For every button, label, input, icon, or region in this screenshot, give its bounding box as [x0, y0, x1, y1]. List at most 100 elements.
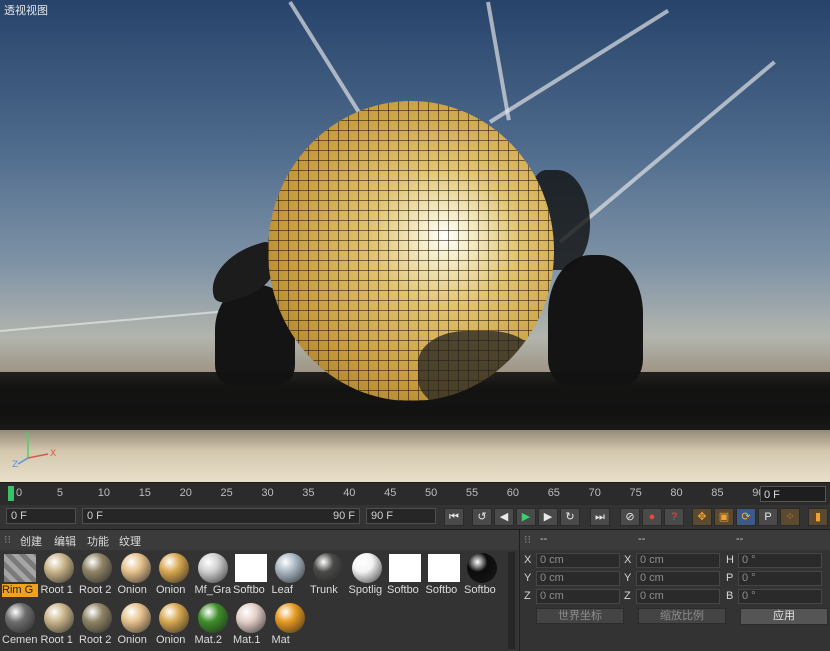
current-frame-field[interactable]: 0 F [760, 486, 826, 502]
menu-edit[interactable]: 编辑 [54, 533, 76, 549]
timeline-tick: 40 [343, 487, 356, 499]
material-swatch[interactable]: Root 2 [79, 602, 115, 648]
material-swatch[interactable]: Mat [272, 602, 308, 648]
ground-floor [0, 430, 830, 482]
material-label: Mat.1 [233, 634, 261, 646]
rotate-key-button[interactable]: ⟳ [736, 508, 756, 526]
coord-value-field[interactable]: 0 cm [636, 571, 720, 586]
material-preview [43, 603, 74, 633]
coord-value-field[interactable]: 0 cm [636, 553, 720, 568]
material-preview [82, 553, 112, 583]
material-preview [197, 553, 228, 583]
material-manager: ⁝⁝ 创建 编辑 功能 纹理 Rim G Root 1 Root 2 Onion Oni… [0, 530, 518, 651]
next-key-button[interactable]: ↻ [560, 508, 580, 526]
material-swatch[interactable]: Softbo [387, 552, 423, 598]
coord-value-field[interactable]: 0 cm [536, 571, 620, 586]
material-swatch[interactable]: Mat.2 [195, 602, 231, 648]
timeline-tick: 70 [588, 487, 601, 499]
timeline-tick: 25 [220, 487, 233, 499]
material-swatch[interactable]: Root 1 [41, 552, 77, 598]
material-swatch[interactable]: Softbo [426, 552, 462, 598]
coord-value-field[interactable]: 0 cm [536, 553, 620, 568]
coord-value-field[interactable]: 0 ° [738, 589, 822, 604]
material-label: Onion [117, 584, 147, 596]
material-swatch[interactable]: Root 1 [41, 602, 77, 648]
go-start-button[interactable]: ⏮ [444, 508, 464, 526]
panel-grip-icon[interactable]: ⁝⁝ [4, 533, 11, 546]
transport-bar: 0 F 0 F 90 F 90 F ⏮ ↺ ◀ ▶ ▶ ↻ ⏭ ⊘ ● ? ✥ … [0, 505, 830, 530]
panel-grip-icon[interactable]: ⁝⁝ [524, 533, 531, 546]
start-frame-field[interactable]: 0 F [6, 508, 76, 524]
material-scrollbar[interactable] [508, 552, 515, 649]
range-start-value: 0 F [87, 510, 103, 522]
step-back-button[interactable]: ◀ [494, 508, 514, 526]
timeline-tick: 75 [629, 487, 642, 499]
coord-value-field[interactable]: 0 ° [738, 571, 822, 586]
material-label: Softbo [425, 584, 458, 596]
scale-dropdown[interactable]: 缩放比例 [638, 608, 726, 624]
frame-range-slider[interactable]: 0 F 90 F [82, 508, 360, 524]
material-swatch[interactable]: Spotlig [349, 552, 385, 598]
material-swatch[interactable]: Onion [118, 602, 154, 648]
svg-text:Z: Z [12, 460, 18, 468]
material-swatch[interactable]: Mf_Gra [195, 552, 231, 598]
material-preview [313, 553, 343, 583]
grid-key-button[interactable]: ⁘ [780, 508, 800, 526]
param-key-button[interactable]: P [758, 508, 778, 526]
world-coordinates-dropdown[interactable]: 世界坐标 [536, 608, 624, 624]
onion-shadow [418, 331, 538, 401]
material-label: Softbo [387, 584, 419, 596]
material-label: Mf_Gra [194, 584, 231, 596]
material-label: Onion [117, 634, 147, 646]
timeline-tick: 45 [384, 487, 397, 499]
material-swatch[interactable]: Root 2 [79, 552, 115, 598]
auto-key-button[interactable]: ● [642, 508, 662, 526]
material-preview [5, 603, 35, 633]
material-swatch[interactable]: Onion [156, 552, 192, 598]
material-preview [4, 554, 36, 582]
material-swatch[interactable]: Rim G [2, 552, 38, 598]
playhead[interactable] [8, 486, 14, 501]
material-swatch[interactable]: Mat.1 [233, 602, 269, 648]
material-swatch[interactable]: Onion [118, 552, 154, 598]
light-wire [486, 1, 511, 121]
step-forward-button[interactable]: ▶ [538, 508, 558, 526]
material-swatch[interactable]: Leaf [272, 552, 308, 598]
coordinates-header: ⁝⁝ -- -- -- [520, 530, 830, 550]
material-swatch[interactable]: Softbo [233, 552, 269, 598]
material-swatch[interactable]: Cemen [2, 602, 38, 648]
menu-create[interactable]: 创建 [20, 533, 42, 549]
material-preview [236, 603, 266, 633]
timeline-tick: 65 [547, 487, 560, 499]
go-end-button[interactable]: ⏭ [590, 508, 610, 526]
coord-value-field[interactable]: 0 cm [636, 589, 720, 604]
material-swatch[interactable]: Softbo [464, 552, 500, 598]
material-label: Onion [156, 634, 186, 646]
play-button[interactable]: ▶ [516, 508, 536, 526]
coord-axis-label: X [524, 554, 532, 566]
prev-key-button[interactable]: ↺ [472, 508, 492, 526]
timeline-tick: 0 [16, 487, 23, 499]
coord-value-field[interactable]: 0 cm [536, 589, 620, 604]
record-keys-button[interactable]: ⊘ [620, 508, 640, 526]
coord-value-field[interactable]: 0 ° [738, 553, 822, 568]
scale-key-button[interactable]: ▣ [714, 508, 734, 526]
timeline-ruler[interactable]: 0 5 10 15 20 25 30 35 40 45 50 55 60 65 70 75 80 85 90 0 F [0, 482, 830, 505]
menu-function[interactable]: 功能 [87, 533, 109, 549]
end-frame-field[interactable]: 90 F [366, 508, 436, 524]
film-button[interactable]: ▮ [808, 508, 828, 526]
material-swatch[interactable]: Onion [156, 602, 192, 648]
viewport-title[interactable]: 透视视图 [4, 2, 48, 18]
menu-texture[interactable]: 纹理 [119, 533, 141, 549]
apply-button[interactable]: 应用 [740, 608, 828, 625]
material-swatch[interactable]: Trunk [310, 552, 346, 598]
perspective-viewport[interactable]: X Y Z 透视视图 [0, 0, 830, 482]
material-label: Cemen [2, 634, 38, 646]
timeline-tick: 5 [56, 487, 64, 499]
timeline-tick: 60 [506, 487, 520, 499]
material-preview [274, 603, 305, 633]
move-key-button[interactable]: ✥ [692, 508, 712, 526]
onion-object[interactable] [268, 101, 554, 401]
key-help-button[interactable]: ? [664, 508, 684, 526]
light-wire [488, 9, 670, 124]
